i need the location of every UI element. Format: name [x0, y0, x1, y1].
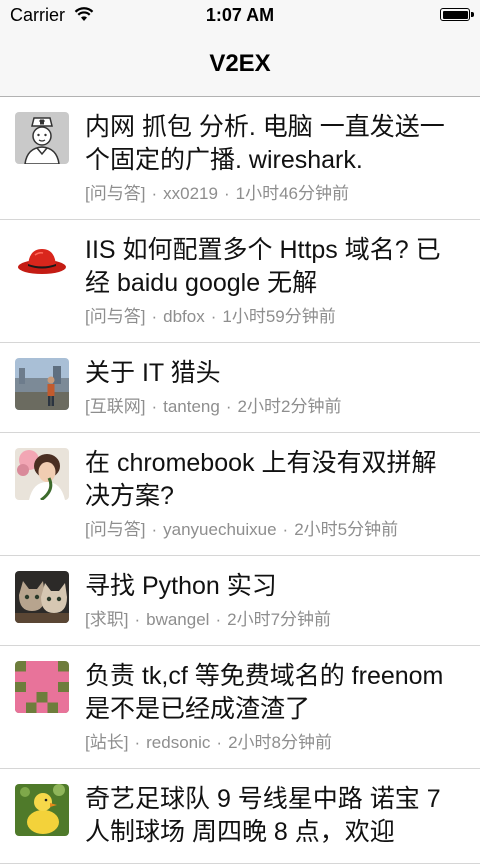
topic-meta: [互联网] · tanteng · 2小时2分钟前 — [85, 397, 342, 416]
topic-row[interactable]: 奇艺足球队 9 号线星中路 诺宝 7 人制球场 周四晚 8 点，欢迎 — [0, 769, 480, 864]
topic-title[interactable]: 奇艺足球队 9 号线星中路 诺宝 7 人制球场 周四晚 8 点，欢迎 — [85, 783, 460, 849]
topic-author[interactable]: dbfox — [163, 307, 205, 326]
duck-avatar-icon[interactable] — [15, 784, 69, 836]
topic-node[interactable]: [问与答] — [85, 184, 145, 203]
status-bar: Carrier 1:07 AM — [0, 0, 480, 32]
topic-row[interactable]: 关于 IT 猎头 [互联网] · tanteng · 2小时2分钟前 — [0, 343, 480, 433]
navigation-bar: V2EX — [0, 32, 480, 97]
topic-author[interactable]: yanyuechuixue — [163, 520, 276, 539]
topic-meta: [站长] · redsonic · 2小时8分钟前 — [85, 733, 332, 752]
topic-title[interactable]: 寻找 Python 实习 — [85, 570, 460, 603]
topic-node[interactable]: [互联网] — [85, 397, 145, 416]
topic-title[interactable]: 内网 抓包 分析. 电脑 一直发送一个固定的广播. wireshark. — [85, 111, 460, 177]
topic-title[interactable]: IIS 如何配置多个 Https 域名? 已经 baidu google 无解 — [85, 234, 460, 300]
clock: 1:07 AM — [205, 5, 275, 25]
battery-icon — [440, 8, 474, 21]
topic-node[interactable]: [站长] — [85, 733, 128, 752]
topic-row[interactable]: 负责 tk,cf 等免费域名的 freenom 是不是已经成渣渣了 [站长] · r… — [0, 646, 480, 769]
photo-avatar-icon[interactable] — [15, 358, 69, 410]
topic-time: 2小时2分钟前 — [237, 397, 342, 416]
topic-time: 1小时59分钟前 — [222, 307, 336, 326]
topic-row[interactable]: 寻找 Python 实习 [求职] · bwangel · 2小时7分钟前 — [0, 556, 480, 646]
topic-node[interactable]: [问与答] — [85, 307, 145, 326]
topic-meta: [求职] · bwangel · 2小时7分钟前 — [85, 610, 332, 629]
topic-node[interactable]: [问与答] — [85, 520, 145, 539]
photo-avatar-icon[interactable] — [15, 448, 69, 500]
topic-time: 1小时46分钟前 — [235, 184, 349, 203]
topic-meta: [问与答] · dbfox · 1小时59分钟前 — [85, 307, 336, 326]
topic-time: 2小时5分钟前 — [294, 520, 399, 539]
topic-time: 2小时7分钟前 — [227, 610, 332, 629]
topic-author[interactable]: redsonic — [146, 733, 210, 752]
topic-row[interactable]: 在 chromebook 上有没有双拼解决方案? [问与答] · yanyuechu… — [0, 433, 480, 556]
topic-row[interactable]: IIS 如何配置多个 Https 域名? 已经 baidu google 无解 … — [0, 220, 480, 343]
topic-row[interactable]: 内网 抓包 分析. 电脑 一直发送一个固定的广播. wireshark. [问与… — [0, 97, 480, 220]
topic-author[interactable]: tanteng — [163, 397, 220, 416]
topic-author[interactable]: bwangel — [146, 610, 209, 629]
topic-title[interactable]: 负责 tk,cf 等免费域名的 freenom 是不是已经成渣渣了 — [85, 660, 460, 726]
topic-node[interactable]: [求职] — [85, 610, 128, 629]
nav-title: V2EX — [209, 50, 271, 77]
topic-title[interactable]: 在 chromebook 上有没有双拼解决方案? — [85, 447, 460, 513]
pixel-avatar-icon[interactable] — [15, 661, 69, 713]
topic-author[interactable]: xx0219 — [163, 184, 218, 203]
topic-time: 2小时8分钟前 — [228, 733, 332, 752]
topic-title[interactable]: 关于 IT 猎头 — [85, 357, 460, 390]
red-hat-avatar-icon[interactable] — [15, 235, 69, 287]
topic-meta: [问与答] · xx0219 · 1小时46分钟前 — [85, 184, 349, 203]
nurse-avatar-icon[interactable] — [15, 112, 69, 164]
topic-list[interactable]: 内网 抓包 分析. 电脑 一直发送一个固定的广播. wireshark. [问与… — [0, 97, 480, 864]
cats-avatar-icon[interactable] — [15, 571, 69, 623]
topic-meta: [问与答] · yanyuechuixue · 2小时5分钟前 — [85, 520, 399, 539]
